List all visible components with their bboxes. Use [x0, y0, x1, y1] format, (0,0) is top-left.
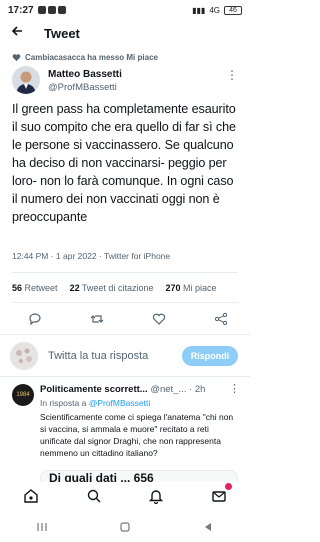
- replying-prefix: In risposta a: [40, 398, 87, 408]
- reply-input[interactable]: Twitta la tua risposta: [48, 350, 148, 362]
- reply-header: Politicamente scorrett... @net_... · 2h: [40, 384, 205, 395]
- divider: [0, 376, 250, 377]
- tweet-stats: 56 Retweet 22 Tweet di citazione 270 Mi …: [12, 283, 217, 293]
- battery-icon: 46: [224, 5, 242, 15]
- status-bar: 17:27 ▮▮▮ 4G 46: [0, 0, 250, 20]
- tweet-meta: 12:44 PM · 1 apr 2022 · Twitter for iPho…: [12, 251, 171, 261]
- reply-composer: Twitta la tua risposta Rispondi: [0, 338, 250, 376]
- recent-apps-icon[interactable]: [36, 521, 48, 536]
- more-options-icon[interactable]: ⋮: [226, 68, 238, 82]
- quote-count: 22: [69, 283, 80, 293]
- like-icon[interactable]: [152, 312, 166, 329]
- reply-icon[interactable]: [28, 312, 42, 329]
- page-title: Tweet: [44, 25, 80, 41]
- author-avatar[interactable]: [12, 66, 40, 94]
- reply-avatar[interactable]: 1984: [12, 384, 34, 406]
- reply-tweet[interactable]: 1984 Politicamente scorrett... @net_... …: [0, 378, 250, 462]
- divider: [12, 302, 238, 303]
- system-nav-bar: [0, 514, 250, 542]
- notifications-tab[interactable]: [145, 485, 167, 507]
- home-button-icon[interactable]: [119, 521, 131, 536]
- battery-level: 46: [229, 6, 237, 14]
- like-stat[interactable]: 270 Mi piace: [165, 283, 216, 293]
- quote-label: Tweet di citazione: [81, 283, 154, 293]
- divider: [12, 272, 238, 273]
- search-icon: [87, 489, 101, 503]
- bottom-tab-bar: [0, 482, 250, 510]
- back-arrow-icon[interactable]: [10, 24, 32, 43]
- top-bar: Tweet: [0, 22, 250, 44]
- mail-icon: [212, 491, 226, 502]
- home-tab[interactable]: [20, 485, 42, 507]
- retweet-icon[interactable]: [90, 312, 104, 329]
- quote-stat[interactable]: 22 Tweet di citazione: [70, 283, 154, 293]
- retweet-stat[interactable]: 56 Retweet: [12, 283, 58, 293]
- tweet-author: Matteo Bassetti @ProfMBassetti ⋮: [12, 66, 238, 98]
- reply-handle[interactable]: @net_...: [150, 384, 186, 395]
- social-context[interactable]: Cambiacasacca ha messo Mi piace: [12, 53, 158, 62]
- reply-more-icon[interactable]: ⋮: [229, 382, 240, 395]
- home-icon: [24, 489, 38, 503]
- author-handle[interactable]: @ProfMBassetti: [48, 82, 117, 93]
- unread-badge: [224, 483, 232, 490]
- retweet-label: Retweet: [24, 283, 58, 293]
- messages-tab[interactable]: [208, 483, 232, 507]
- retweet-count: 56: [12, 283, 23, 293]
- social-context-label: Cambiacasacca ha messo Mi piace: [25, 53, 158, 62]
- reply-author-name[interactable]: Politicamente scorrett...: [40, 384, 148, 395]
- divider: [0, 334, 250, 335]
- reply-time: · 2h: [189, 384, 206, 395]
- replying-to-handle[interactable]: @ProfMBassetti: [89, 398, 151, 408]
- status-right: ▮▮▮ 4G 46: [192, 5, 242, 15]
- tweet-text: Il green pass ha completamente esaurito …: [12, 102, 236, 224]
- bell-icon: [149, 490, 164, 504]
- notification-icons: [37, 6, 66, 14]
- like-count: 270: [165, 283, 181, 293]
- share-icon[interactable]: [214, 312, 228, 329]
- user-avatar[interactable]: [10, 342, 38, 370]
- reply-button[interactable]: Rispondi: [182, 346, 238, 366]
- tweet-actions: [28, 312, 228, 329]
- clock: 17:27: [8, 4, 34, 16]
- author-name[interactable]: Matteo Bassetti: [48, 69, 122, 80]
- search-tab[interactable]: [83, 485, 105, 507]
- back-button-icon[interactable]: [202, 521, 214, 536]
- like-label: Mi piace: [183, 283, 217, 293]
- heart-icon: [12, 54, 21, 62]
- signal-icon: ▮▮▮: [192, 5, 206, 15]
- replying-to: In risposta a @ProfMBassetti: [40, 398, 150, 408]
- network-label: 4G: [209, 5, 220, 15]
- reply-text: Scientificamente come ci spiega l'anatem…: [40, 412, 234, 458]
